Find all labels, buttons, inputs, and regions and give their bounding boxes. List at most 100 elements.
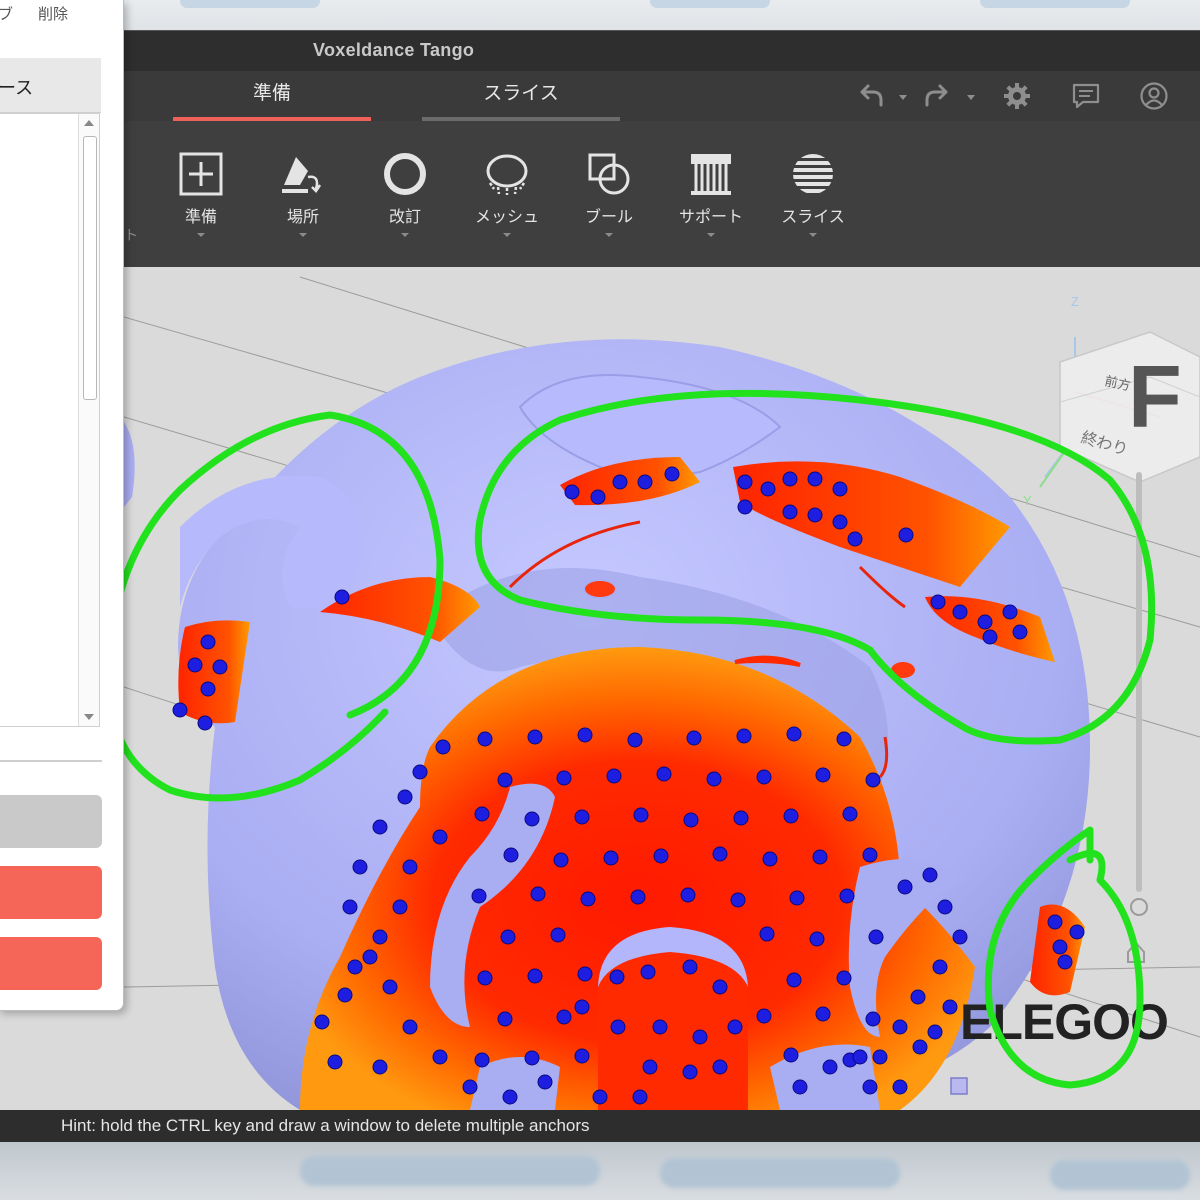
support-anchor[interactable] [862,847,878,863]
support-anchor[interactable] [397,789,413,805]
support-anchor[interactable] [556,1009,572,1025]
support-anchor[interactable] [524,811,540,827]
support-anchor[interactable] [977,614,993,630]
support-anchor[interactable] [392,899,408,915]
support-anchor[interactable] [402,1019,418,1035]
support-anchor[interactable] [527,729,543,745]
support-anchor[interactable] [314,1014,330,1030]
support-anchor[interactable] [922,867,938,883]
support-anchor[interactable] [187,657,203,673]
support-anchor[interactable] [712,1059,728,1075]
support-anchor[interactable] [412,764,428,780]
support-anchor[interactable] [832,514,848,530]
scroll-down-icon[interactable] [84,714,94,720]
support-anchor[interactable] [603,850,619,866]
support-anchor[interactable] [592,1089,608,1105]
support-anchor[interactable] [553,852,569,868]
support-anchor[interactable] [372,819,388,835]
support-anchor[interactable] [952,604,968,620]
model-cylinder[interactable] [598,927,748,1110]
support-anchor[interactable] [590,489,606,505]
support-anchor[interactable] [527,968,543,984]
support-anchor[interactable] [912,1039,928,1055]
support-anchor[interactable] [807,507,823,523]
support-anchor[interactable] [852,1049,868,1065]
panel-scrollbar[interactable] [78,114,99,726]
undo-dropdown-icon[interactable] [896,81,910,111]
support-anchor[interactable] [786,972,802,988]
support-anchor[interactable] [809,931,825,947]
support-anchor[interactable] [642,1059,658,1075]
tool-prepare[interactable]: 準備 [151,151,251,237]
support-anchor[interactable] [892,1079,908,1095]
support-anchor[interactable] [760,481,776,497]
support-anchor[interactable] [574,1048,590,1064]
support-anchor[interactable] [497,772,513,788]
panel-button-gray[interactable] [0,795,102,848]
support-anchor[interactable] [574,809,590,825]
support-anchor[interactable] [610,1019,626,1035]
support-anchor[interactable] [727,1019,743,1035]
support-anchor[interactable] [807,471,823,487]
support-anchor[interactable] [362,949,378,965]
support-anchor[interactable] [334,589,350,605]
support-anchor[interactable] [783,808,799,824]
support-anchor[interactable] [756,769,772,785]
support-anchor[interactable] [737,499,753,515]
support-anchor[interactable] [730,892,746,908]
tool-boolean[interactable]: ブール [559,151,659,237]
support-anchor[interactable] [327,1054,343,1070]
support-anchor[interactable] [682,1064,698,1080]
support-anchor[interactable] [471,888,487,904]
support-anchor[interactable] [927,1024,943,1040]
support-anchor[interactable] [503,847,519,863]
support-anchor[interactable] [783,1047,799,1063]
panel-delete-label[interactable]: 削除 [38,3,68,24]
support-anchor[interactable] [815,1006,831,1022]
support-anchor[interactable] [197,715,213,731]
support-anchor[interactable] [842,806,858,822]
support-anchor[interactable] [865,1011,881,1027]
undo-icon[interactable] [855,81,885,111]
tool-support[interactable]: サポート [661,151,761,237]
support-anchor[interactable] [580,891,596,907]
support-anchor[interactable] [1057,954,1073,970]
support-anchor[interactable] [342,899,358,915]
support-anchor[interactable] [910,989,926,1005]
support-anchor[interactable] [200,681,216,697]
support-anchor[interactable] [782,471,798,487]
panel-list[interactable] [0,113,100,727]
support-anchor[interactable] [932,959,948,975]
tab-prepare[interactable]: 準備 [173,71,371,121]
support-anchor[interactable] [653,848,669,864]
tab-slice[interactable]: スライス [422,71,620,121]
support-anchor[interactable] [462,1079,478,1095]
support-anchor[interactable] [609,969,625,985]
support-anchor[interactable] [502,1089,518,1105]
support-anchor[interactable] [982,629,998,645]
support-anchor[interactable] [577,727,593,743]
panel-button-red-1[interactable] [0,866,102,919]
support-anchor[interactable] [537,1074,553,1090]
support-anchor[interactable] [212,659,228,675]
support-anchor[interactable] [942,999,958,1015]
support-anchor[interactable] [640,964,656,980]
support-anchor[interactable] [1052,939,1068,955]
support-anchor[interactable] [789,890,805,906]
user-account-icon[interactable] [1139,81,1169,111]
support-anchor[interactable] [815,767,831,783]
support-anchor[interactable] [712,979,728,995]
support-anchor[interactable] [656,766,672,782]
support-anchor[interactable] [372,1059,388,1075]
support-anchor[interactable] [682,959,698,975]
support-anchor[interactable] [652,1019,668,1035]
support-anchor[interactable] [497,1011,513,1027]
message-icon[interactable] [1071,81,1101,111]
support-anchor[interactable] [435,739,451,755]
support-anchor[interactable] [733,810,749,826]
support-anchor[interactable] [477,970,493,986]
gear-icon[interactable] [1002,81,1032,111]
support-anchor[interactable] [402,859,418,875]
support-anchor[interactable] [937,899,953,915]
support-anchor[interactable] [637,474,653,490]
